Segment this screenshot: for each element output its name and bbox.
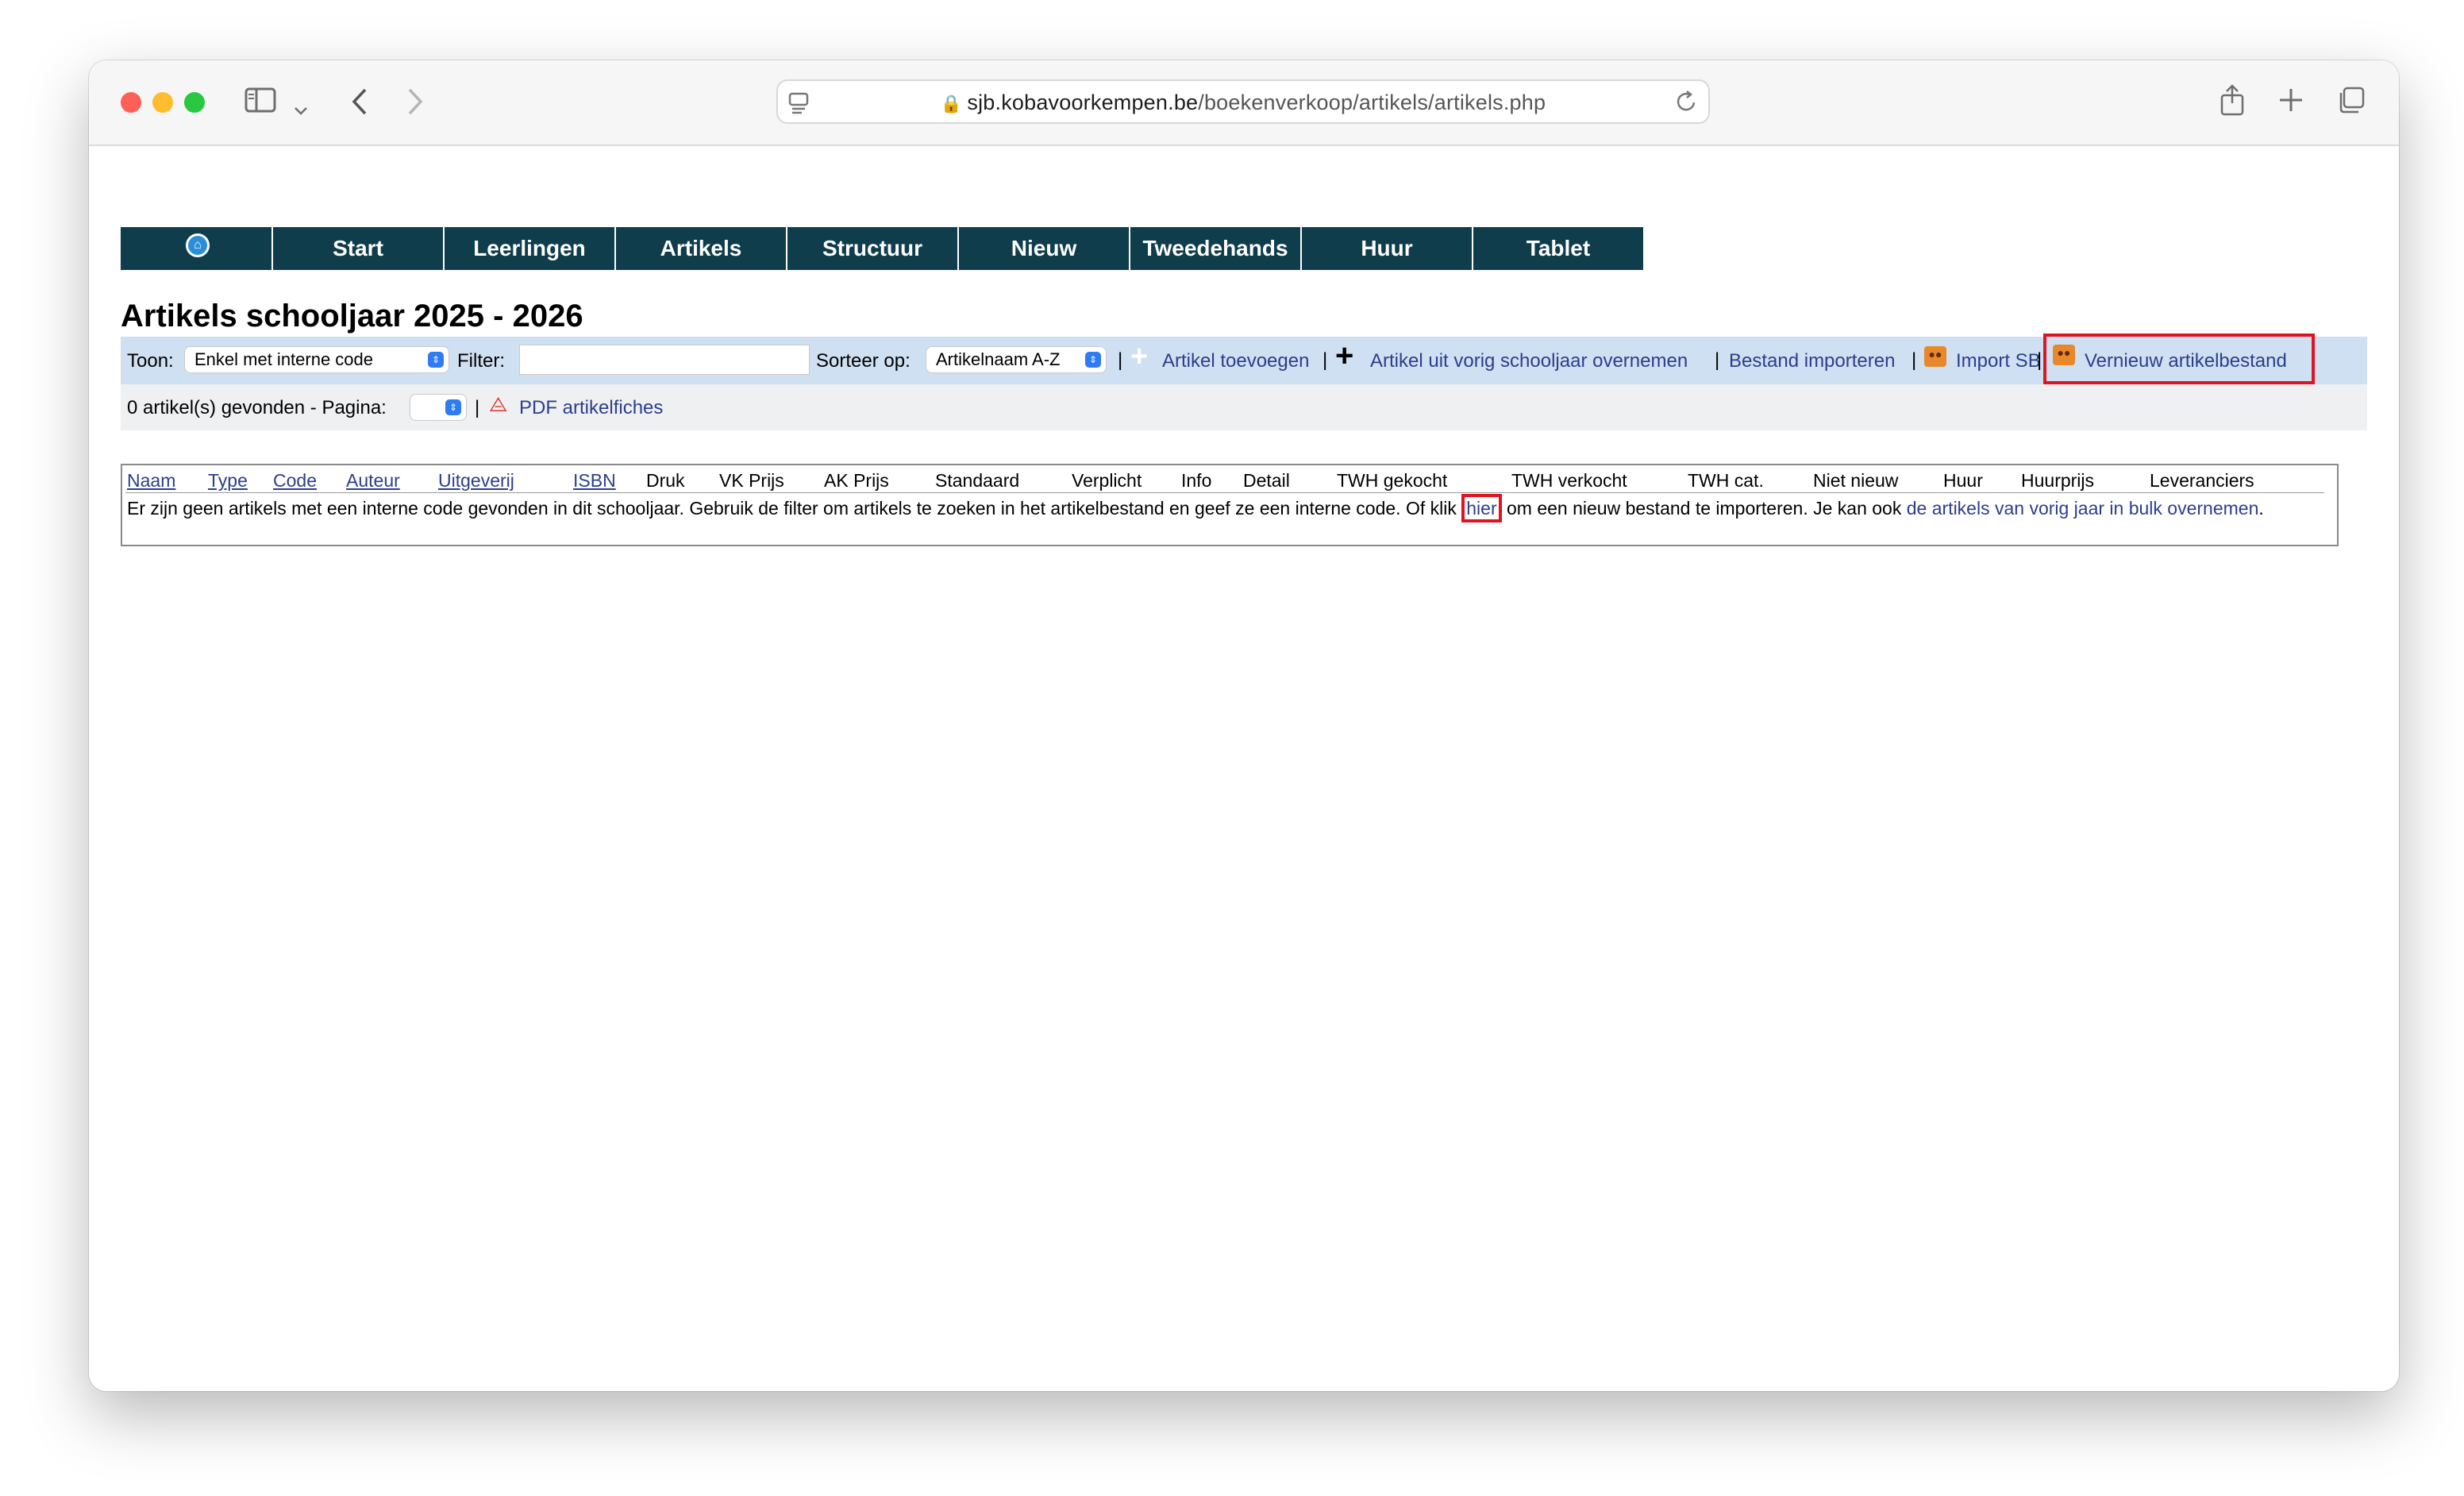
column-header[interactable]: ISBN bbox=[573, 470, 616, 492]
column-header: Verplicht bbox=[1072, 470, 1142, 491]
sort-select[interactable]: Artikelnaam A-Z ⇕ bbox=[926, 346, 1107, 373]
filter-bar: Toon: Enkel met interne code ⇕ Filter: S… bbox=[121, 334, 2367, 384]
column-header: Info bbox=[1181, 470, 1212, 491]
articles-table: Naam Type Code Auteur Uitgeverij ISBN Dr… bbox=[121, 464, 2339, 546]
owl-icon: ●● bbox=[1924, 346, 1946, 367]
column-header: Huur bbox=[1943, 470, 1983, 491]
filter-input[interactable] bbox=[519, 345, 810, 375]
separator: | bbox=[1715, 349, 1720, 371]
nav-item-structuur[interactable]: Structuur bbox=[787, 227, 959, 270]
column-header: TWH cat. bbox=[1688, 470, 1764, 491]
empty-message: Er zijn geen artikels met een interne co… bbox=[127, 494, 2331, 522]
link-renew-article-file[interactable]: Vernieuw artikelbestand bbox=[2085, 350, 2287, 372]
highlight-box: hier bbox=[1461, 494, 1502, 522]
nav-item-leerlingen[interactable]: Leerlingen bbox=[445, 227, 616, 270]
column-header[interactable]: Auteur bbox=[346, 470, 400, 492]
separator: | bbox=[2037, 349, 2042, 371]
minimize-window-button[interactable] bbox=[152, 92, 173, 113]
nav-item-tweedehands[interactable]: Tweedehands bbox=[1130, 227, 1302, 270]
owl-icon: ●● bbox=[2053, 345, 2075, 365]
nav-item-nieuw[interactable]: Nieuw bbox=[959, 227, 1130, 270]
page-title: Artikels schooljaar 2025 - 2026 bbox=[121, 299, 583, 334]
separator: | bbox=[1322, 349, 1328, 371]
message-text-start: Er zijn geen artikels met een interne co… bbox=[127, 498, 1462, 519]
column-header: Detail bbox=[1243, 470, 1290, 491]
column-header: TWH gekocht bbox=[1337, 470, 1448, 491]
chevron-down-icon[interactable] bbox=[294, 92, 308, 122]
lock-icon: 🔒 bbox=[940, 94, 963, 114]
browser-toolbar: 🔒 sjb.kobavoorkempen.be/boekenverkoop/art… bbox=[89, 60, 2399, 146]
back-arrow-icon[interactable] bbox=[351, 87, 368, 121]
select-arrows-icon: ⇕ bbox=[428, 352, 444, 368]
toon-label: Toon: bbox=[127, 350, 174, 372]
column-header: Leveranciers bbox=[2150, 470, 2254, 491]
filter-label: Filter: bbox=[457, 350, 505, 372]
toon-select[interactable]: Enkel met interne code ⇕ bbox=[184, 346, 449, 373]
sort-select-value: Artikelnaam A-Z bbox=[936, 349, 1061, 369]
info-bar: 0 artikel(s) gevonden - Pagina: ⇕ | ⨺ PD… bbox=[121, 384, 2367, 430]
link-add-article[interactable]: Artikel toevoegen bbox=[1162, 350, 1309, 372]
separator: | bbox=[1912, 349, 1917, 371]
separator: | bbox=[475, 397, 480, 418]
link-copy-previous-year[interactable]: Artikel uit vorig schooljaar overnemen bbox=[1370, 350, 1688, 372]
column-header[interactable]: Naam bbox=[127, 470, 175, 492]
column-header[interactable]: Uitgeverij bbox=[438, 470, 514, 492]
share-icon[interactable] bbox=[2220, 84, 2245, 121]
zoom-window-button[interactable] bbox=[184, 92, 205, 113]
home-globe-icon: ⌂ bbox=[186, 233, 210, 257]
column-header[interactable]: Code bbox=[273, 470, 317, 492]
column-header: Standaard bbox=[935, 470, 1020, 491]
pdf-icon: ⨺ bbox=[489, 392, 508, 416]
nav-item-huur[interactable]: Huur bbox=[1302, 227, 1473, 270]
url-path: /boekenverkoop/artikels/artikels.php bbox=[1198, 91, 1546, 114]
header-rule bbox=[125, 492, 2324, 493]
select-arrows-icon: ⇕ bbox=[1085, 352, 1101, 368]
nav-home[interactable]: ⌂ bbox=[121, 227, 273, 270]
link-import-file[interactable]: Bestand importeren bbox=[1729, 350, 1895, 372]
column-header: AK Prijs bbox=[824, 470, 889, 491]
plus-light-icon: + bbox=[1130, 340, 1149, 373]
new-tab-icon[interactable] bbox=[2278, 87, 2304, 118]
close-window-button[interactable] bbox=[121, 92, 141, 113]
link-here[interactable]: hier bbox=[1466, 498, 1496, 519]
message-text-middle: om een nieuw bestand te importeren. Je k… bbox=[1501, 498, 1907, 519]
url-text[interactable]: 🔒 sjb.kobavoorkempen.be/boekenverkoop/art… bbox=[778, 91, 1708, 115]
column-header[interactable]: Type bbox=[208, 470, 248, 492]
link-pdf-article-sheets[interactable]: PDF artikelfiches bbox=[519, 397, 663, 419]
column-header: VK Prijs bbox=[719, 470, 784, 491]
tab-overview-icon[interactable] bbox=[2337, 86, 2366, 120]
select-arrows-icon: ⇕ bbox=[445, 399, 461, 415]
column-header: Druk bbox=[646, 470, 685, 491]
message-text-end: . bbox=[2258, 498, 2264, 519]
address-bar[interactable]: 🔒 sjb.kobavoorkempen.be/boekenverkoop/art… bbox=[776, 79, 1710, 124]
nav-item-start[interactable]: Start bbox=[273, 227, 445, 270]
main-nav: ⌂ Start Leerlingen Artikels Structuur Ni… bbox=[121, 227, 1645, 270]
link-bulk-copy[interactable]: de artikels van vorig jaar in bulk overn… bbox=[1907, 498, 2259, 519]
link-import-sb[interactable]: Import SB bbox=[1956, 350, 2041, 372]
column-header: Niet nieuw bbox=[1813, 470, 1899, 491]
sort-label: Sorteer op: bbox=[816, 350, 911, 372]
result-count: 0 artikel(s) gevonden - Pagina: bbox=[127, 397, 387, 418]
forward-arrow-icon[interactable] bbox=[406, 87, 424, 121]
sidebar-toggle-icon[interactable] bbox=[244, 87, 276, 118]
url-host: sjb.kobavoorkempen.be bbox=[967, 91, 1199, 114]
separator: | bbox=[1118, 349, 1123, 371]
nav-item-tablet[interactable]: Tablet bbox=[1473, 227, 1645, 270]
column-header: TWH verkocht bbox=[1511, 470, 1627, 491]
page-select[interactable]: ⇕ bbox=[410, 394, 467, 421]
plus-dark-icon: + bbox=[1335, 338, 1354, 373]
column-header: Huurprijs bbox=[2021, 470, 2095, 491]
browser-window: 🔒 sjb.kobavoorkempen.be/boekenverkoop/art… bbox=[89, 60, 2399, 1391]
reload-icon[interactable] bbox=[1675, 89, 1699, 120]
nav-item-artikels[interactable]: Artikels bbox=[616, 227, 787, 270]
page-content: ⌂ Start Leerlingen Artikels Structuur Ni… bbox=[89, 146, 2399, 1391]
toon-select-value: Enkel met interne code bbox=[194, 349, 374, 369]
